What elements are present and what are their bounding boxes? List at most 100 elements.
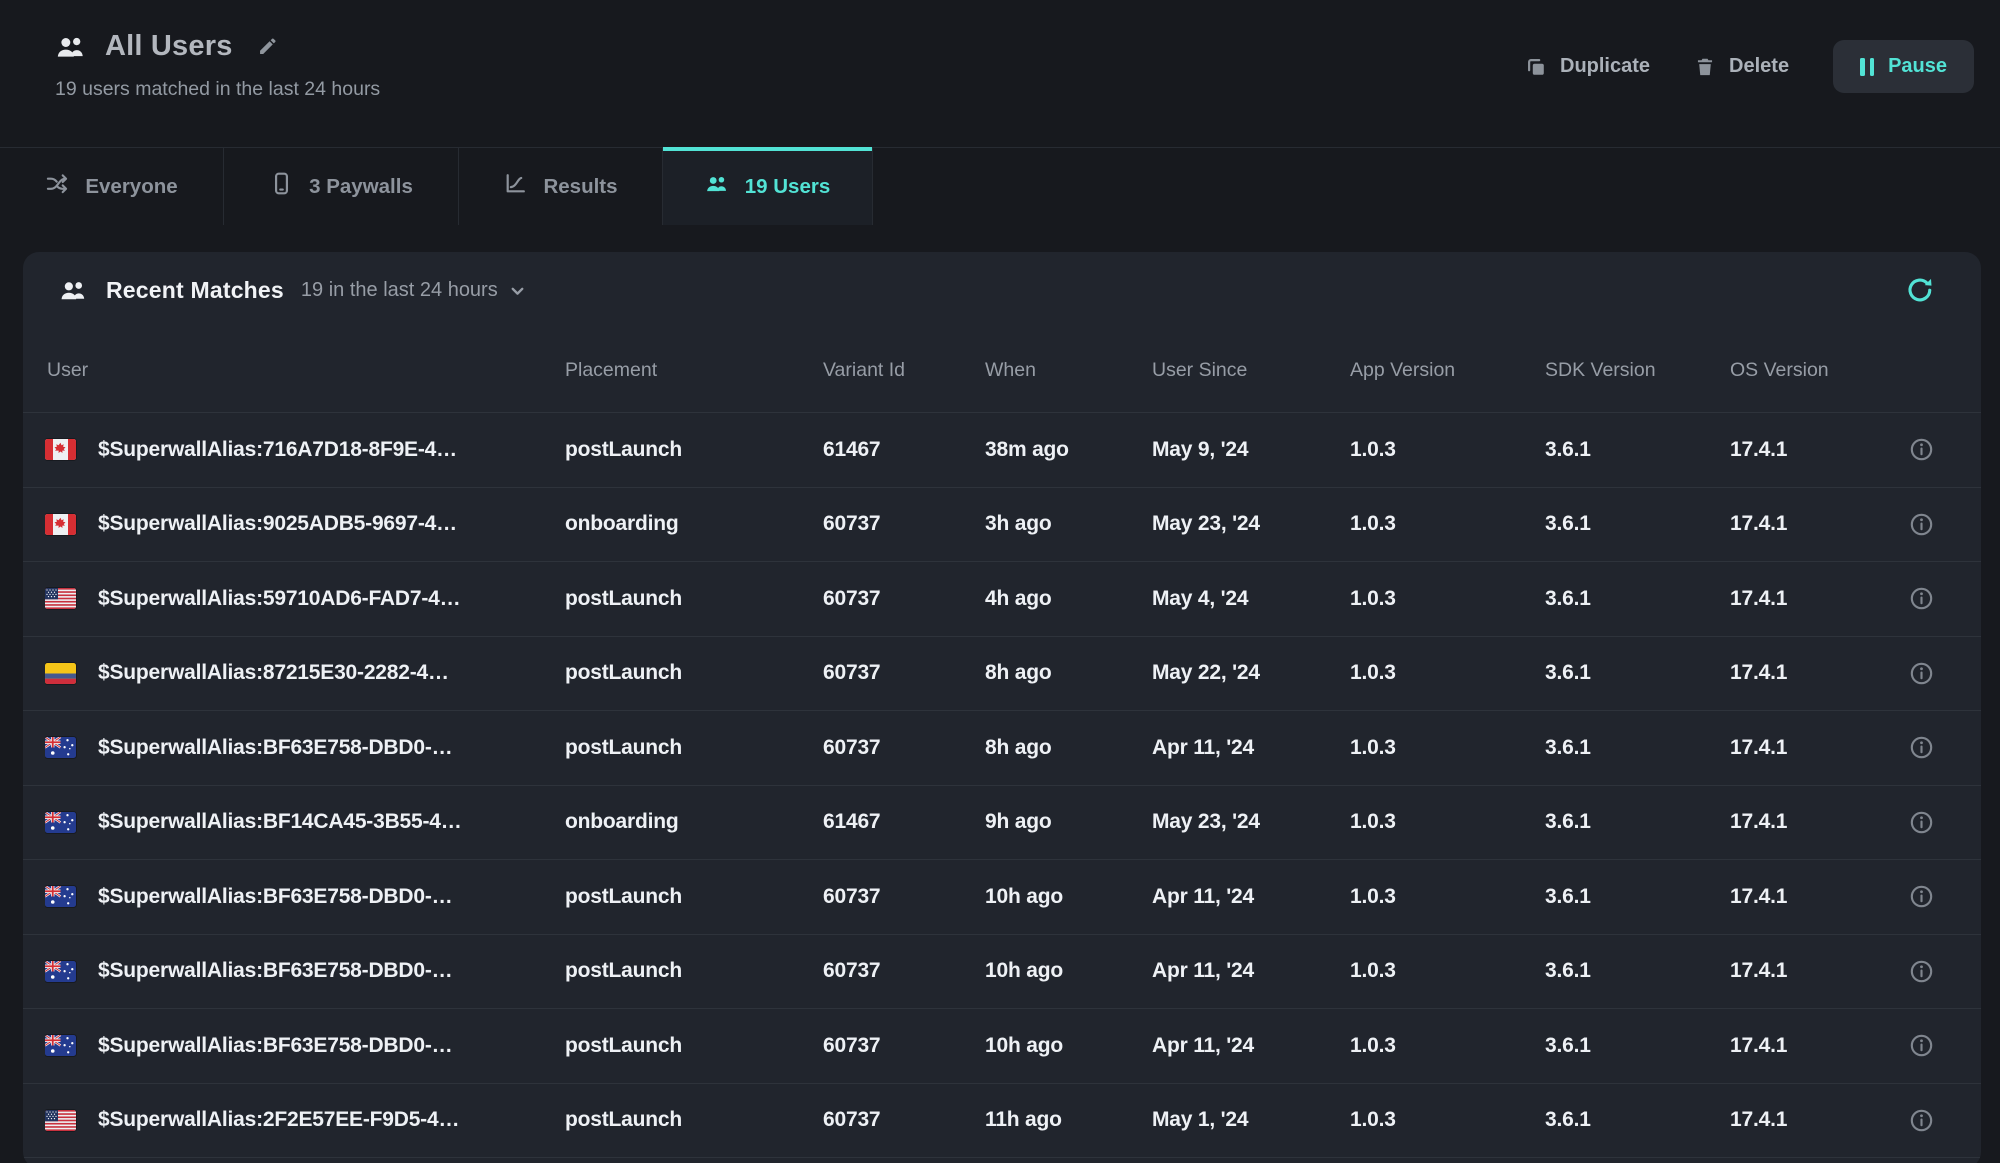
time-range-dropdown[interactable]: 19 in the last 24 hours [301,279,526,302]
actions-cell [1908,585,1981,612]
actions-cell [1908,734,1981,761]
user-cell: $SuperwallAlias:BF14CA45-3B55-4… [45,810,565,834]
duplicate-button[interactable]: Duplicate [1525,55,1650,78]
user-since-cell: Apr 11, '24 [1152,885,1350,909]
user-since-cell: May 4, '24 [1152,587,1350,611]
info-icon[interactable] [1908,809,1935,836]
os-version-cell: 17.4.1 [1730,1034,1908,1058]
user-cell: $SuperwallAlias:BF63E758-DBD0-… [45,736,565,760]
refresh-button[interactable] [1905,275,1935,305]
app-version-cell: 1.0.3 [1350,1108,1545,1132]
variant-id-cell: 60737 [823,1034,985,1058]
table-row[interactable]: $SuperwallAlias:59710AD6-FAD7-4… postLau… [23,562,1981,637]
info-icon[interactable] [1908,660,1935,687]
pencil-icon[interactable] [257,36,278,57]
user-since-cell: May 23, '24 [1152,512,1350,536]
usa-flag-icon [45,588,76,609]
placement-cell: postLaunch [565,661,823,685]
colombia-flag-icon [45,663,76,684]
app-version-cell: 1.0.3 [1350,587,1545,611]
os-version-cell: 17.4.1 [1730,810,1908,834]
user-alias: $SuperwallAlias:BF63E758-DBD0-… [98,959,452,983]
user-alias: $SuperwallAlias:BF63E758-DBD0-… [98,1034,452,1058]
tab-label: Everyone [85,175,177,199]
table-row[interactable]: $SuperwallAlias:BF63E758-DBD0-… postLaun… [23,935,1981,1010]
user-alias: $SuperwallAlias:9025ADB5-9697-4… [98,512,457,536]
table-row[interactable]: $SuperwallAlias:BF14CA45-3B55-4… onboard… [23,786,1981,861]
tab-everyone[interactable]: Everyone [0,148,224,225]
table-body: $SuperwallAlias:716A7D18-8F9E-4… postLau… [23,413,1981,1158]
sdk-version-cell: 3.6.1 [1545,512,1730,536]
actions-cell [1908,1107,1981,1134]
info-icon[interactable] [1908,734,1935,761]
info-icon[interactable] [1908,1107,1935,1134]
when-cell: 8h ago [985,736,1152,760]
sdk-version-cell: 3.6.1 [1545,587,1730,611]
variant-id-cell: 60737 [823,736,985,760]
title-block: All Users 19 users matched in the last 2… [55,0,380,147]
user-since-cell: May 1, '24 [1152,1108,1350,1132]
info-icon[interactable] [1908,1032,1935,1059]
users-icon [59,278,89,302]
table-row[interactable]: $SuperwallAlias:BF63E758-DBD0-… postLaun… [23,860,1981,935]
variant-id-cell: 60737 [823,1108,985,1132]
info-icon[interactable] [1908,585,1935,612]
column-header-variant-id: Variant Id [823,359,985,382]
when-cell: 10h ago [985,959,1152,983]
user-since-cell: Apr 11, '24 [1152,1034,1350,1058]
canada-flag-icon [45,439,76,460]
table-row[interactable]: $SuperwallAlias:BF63E758-DBD0-… postLaun… [23,711,1981,786]
user-cell: $SuperwallAlias:59710AD6-FAD7-4… [45,587,565,611]
sdk-version-cell: 3.6.1 [1545,885,1730,909]
actions-cell [1908,883,1981,910]
users-icon [55,33,88,60]
audience-page: All Users 19 users matched in the last 2… [0,0,2000,1163]
table-row[interactable]: $SuperwallAlias:87215E30-2282-4… postLau… [23,637,1981,712]
table-header: User Placement Variant Id When User Sinc… [23,328,1981,413]
pause-button[interactable]: Pause [1833,40,1974,93]
os-version-cell: 17.4.1 [1730,959,1908,983]
user-cell: $SuperwallAlias:9025ADB5-9697-4… [45,512,565,536]
column-header-user: User [45,359,565,382]
when-cell: 9h ago [985,810,1152,834]
placement-cell: onboarding [565,810,823,834]
page-header: All Users 19 users matched in the last 2… [0,0,2000,147]
actions-cell [1908,436,1981,463]
variant-id-cell: 61467 [823,438,985,462]
sdk-version-cell: 3.6.1 [1545,438,1730,462]
info-icon[interactable] [1908,436,1935,463]
tab-paywalls[interactable]: 3 Paywalls [224,148,459,225]
column-header-sdk-version: SDK Version [1545,359,1730,382]
app-version-cell: 1.0.3 [1350,885,1545,909]
info-icon[interactable] [1908,511,1935,538]
phone-icon [269,171,294,202]
user-alias: $SuperwallAlias:BF63E758-DBD0-… [98,885,452,909]
table-row[interactable]: $SuperwallAlias:BF63E758-DBD0-… postLaun… [23,1009,1981,1084]
user-since-cell: Apr 11, '24 [1152,736,1350,760]
info-icon[interactable] [1908,883,1935,910]
user-since-cell: May 23, '24 [1152,810,1350,834]
card-header: Recent Matches 19 in the last 24 hours [23,252,1981,328]
app-version-cell: 1.0.3 [1350,661,1545,685]
table-row[interactable]: $SuperwallAlias:716A7D18-8F9E-4… postLau… [23,413,1981,488]
header-actions: Duplicate Delete Pause [1525,40,1974,93]
delete-button[interactable]: Delete [1694,55,1789,78]
table-row[interactable]: $SuperwallAlias:2F2E57EE-F9D5-4… postLau… [23,1084,1981,1159]
table-row[interactable]: $SuperwallAlias:9025ADB5-9697-4… onboard… [23,488,1981,563]
tab-bar: Everyone 3 Paywalls Results 19 Users [0,147,2000,225]
sdk-version-cell: 3.6.1 [1545,736,1730,760]
tab-results[interactable]: Results [459,148,663,225]
tab-users[interactable]: 19 Users [663,148,873,225]
page-title: All Users [105,30,233,63]
user-cell: $SuperwallAlias:87215E30-2282-4… [45,661,565,685]
column-header-when: When [985,359,1152,382]
os-version-cell: 17.4.1 [1730,438,1908,462]
os-version-cell: 17.4.1 [1730,661,1908,685]
info-icon[interactable] [1908,958,1935,985]
app-version-cell: 1.0.3 [1350,959,1545,983]
card-title: Recent Matches [106,277,284,304]
refresh-icon [1905,275,1935,305]
australia-flag-icon [45,886,76,907]
app-version-cell: 1.0.3 [1350,810,1545,834]
when-cell: 4h ago [985,587,1152,611]
